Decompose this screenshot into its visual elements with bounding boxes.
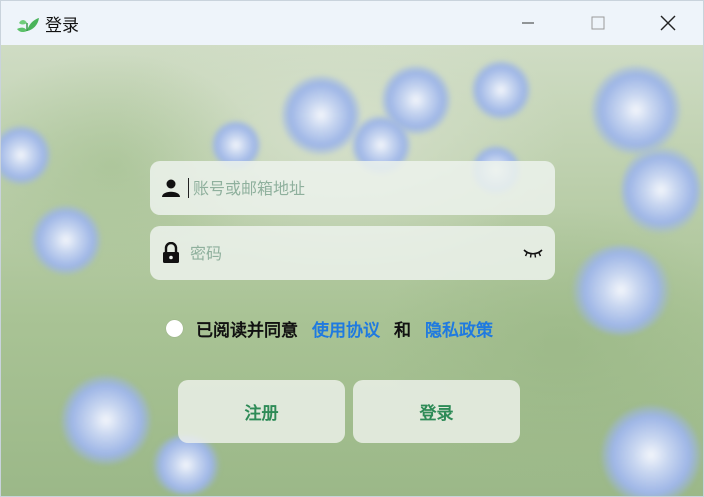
maximize-button[interactable] bbox=[563, 1, 633, 45]
close-button[interactable] bbox=[633, 1, 703, 45]
login-button[interactable]: 登录 bbox=[353, 380, 520, 443]
minimize-button[interactable] bbox=[493, 1, 563, 45]
password-input[interactable] bbox=[188, 232, 521, 274]
register-button[interactable]: 注册 bbox=[178, 380, 345, 443]
window-title: 登录 bbox=[45, 15, 79, 36]
lock-icon bbox=[160, 242, 182, 264]
account-field[interactable] bbox=[150, 161, 555, 215]
user-icon bbox=[160, 177, 182, 199]
agreement-row: 已阅读并同意 使用协议 和 隐私政策 bbox=[166, 316, 493, 341]
eye-closed-icon[interactable] bbox=[521, 243, 545, 263]
account-input[interactable] bbox=[191, 167, 555, 209]
close-icon bbox=[660, 15, 676, 31]
title-bar: 登录 bbox=[1, 1, 703, 45]
agreement-and: 和 bbox=[394, 320, 411, 341]
agreement-prefix: 已阅读并同意 bbox=[196, 320, 298, 341]
terms-link[interactable]: 使用协议 bbox=[312, 316, 380, 341]
privacy-link[interactable]: 隐私政策 bbox=[425, 316, 493, 341]
login-window: 登录 账号或邮箱地址 已阅读并同意 使用协议 和 隐私政策 注册 登录 bbox=[0, 0, 704, 497]
minimize-icon bbox=[522, 22, 534, 24]
text-caret bbox=[188, 178, 189, 198]
maximize-icon bbox=[591, 16, 605, 30]
agree-radio[interactable] bbox=[166, 319, 183, 337]
leaf-logo-icon bbox=[17, 18, 39, 33]
window-controls bbox=[493, 1, 703, 45]
password-field[interactable] bbox=[150, 226, 555, 280]
